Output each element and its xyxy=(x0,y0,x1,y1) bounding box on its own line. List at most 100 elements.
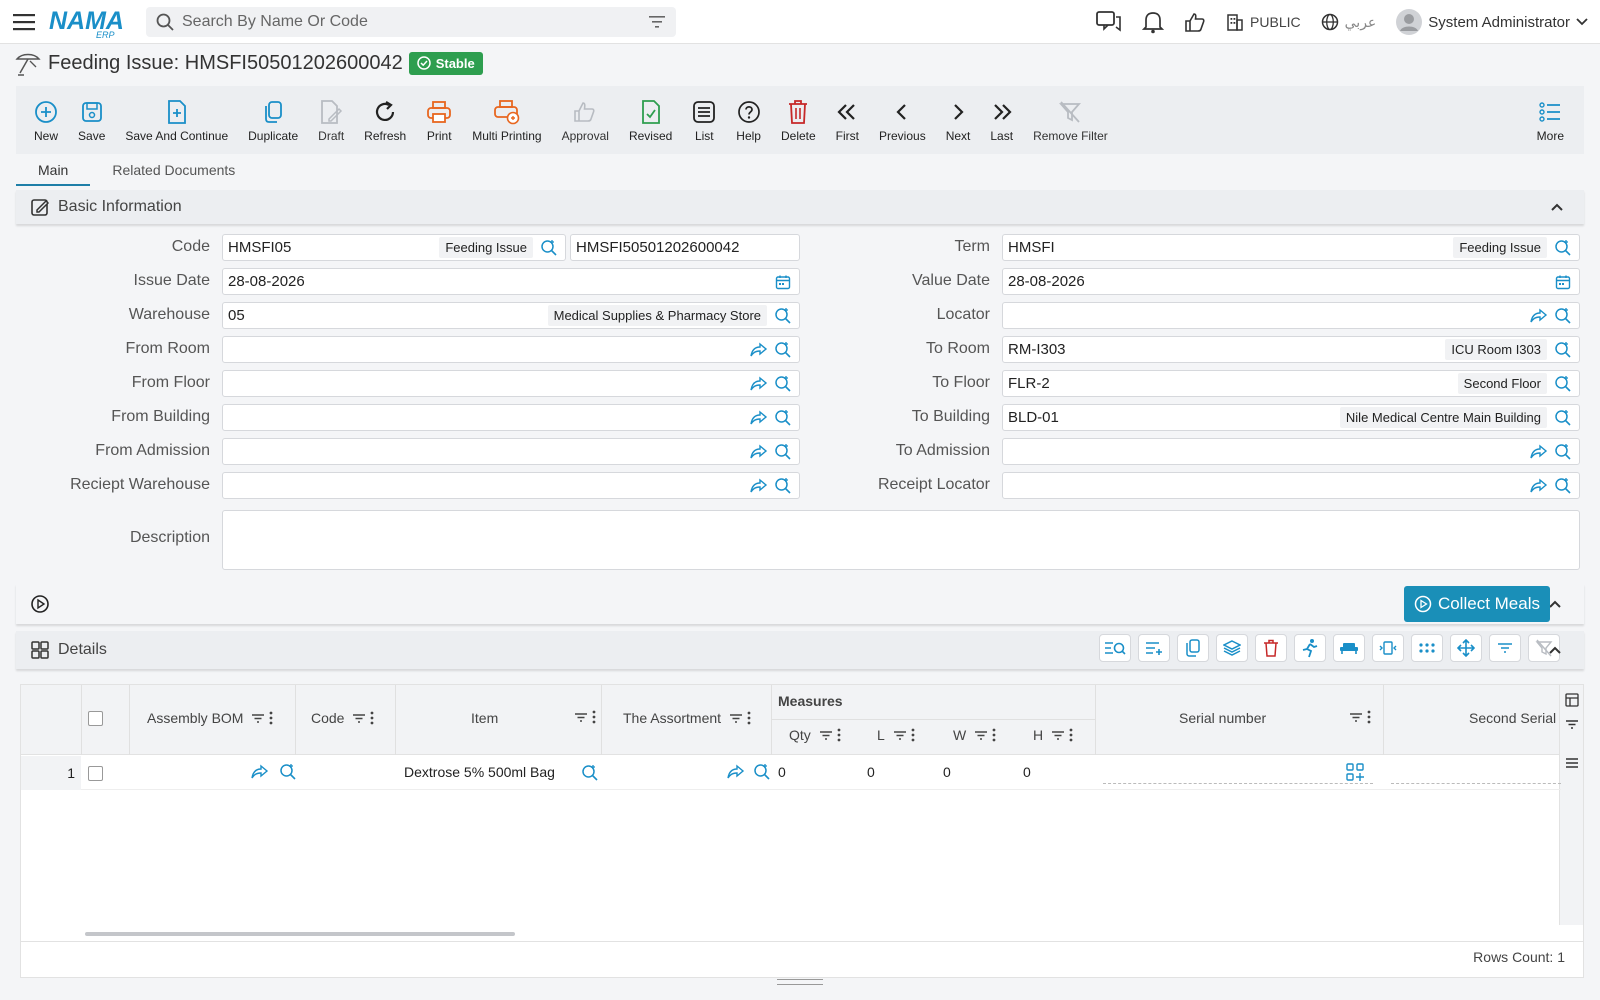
global-search[interactable] xyxy=(146,6,676,37)
to-building-field[interactable]: BLD-01 Nile Medical Centre Main Building xyxy=(1002,404,1580,431)
previous-button[interactable]: Previous xyxy=(869,90,936,150)
share-arrow-icon[interactable] xyxy=(750,410,768,426)
col-l[interactable]: L xyxy=(877,727,915,743)
to-floor-field[interactable]: FLR-2 Second Floor xyxy=(1002,370,1580,397)
locator-field[interactable] xyxy=(1002,302,1580,329)
more-button[interactable]: More xyxy=(1527,90,1574,150)
col-second-serial[interactable]: Second Serial xyxy=(1469,710,1556,726)
share-arrow-icon[interactable] xyxy=(750,376,768,392)
tab-main[interactable]: Main xyxy=(16,156,91,186)
tab-related-documents[interactable]: Related Documents xyxy=(90,156,257,186)
filter-icon[interactable] xyxy=(574,712,588,723)
filter-icon[interactable] xyxy=(819,730,833,741)
details-layers-button[interactable] xyxy=(1216,634,1248,662)
print-button[interactable]: Print xyxy=(416,90,462,150)
search-plus-icon[interactable] xyxy=(753,763,771,781)
share-arrow-icon[interactable] xyxy=(750,444,768,460)
qty-cell[interactable]: 0 xyxy=(778,764,786,780)
play-circle-icon[interactable] xyxy=(30,594,50,614)
details-fit-button[interactable] xyxy=(1372,634,1404,662)
col-item[interactable]: Item xyxy=(471,710,498,726)
filter-icon[interactable] xyxy=(251,713,265,724)
draft-button[interactable]: Draft xyxy=(308,90,354,150)
issue-date-field[interactable]: 28-08-2026 xyxy=(222,268,800,295)
details-move-button[interactable] xyxy=(1450,634,1482,662)
item-cell[interactable]: Dextrose 5% 500ml Bag xyxy=(404,764,555,780)
search-plus-icon[interactable] xyxy=(1554,409,1572,427)
reciept-warehouse-field[interactable] xyxy=(222,472,800,499)
details-sofa-button[interactable] xyxy=(1333,634,1365,662)
details-search-button[interactable] xyxy=(1099,634,1131,662)
search-plus-icon[interactable] xyxy=(1554,443,1572,461)
resize-handle[interactable] xyxy=(777,979,823,985)
kebab-icon[interactable] xyxy=(269,711,273,725)
kebab-icon[interactable] xyxy=(911,728,915,742)
document-number-field[interactable]: HMSFI50501202600042 xyxy=(570,234,800,261)
search-plus-icon[interactable] xyxy=(1554,307,1572,325)
remove-filter-button[interactable]: Remove Filter xyxy=(1023,90,1118,150)
filter-icon[interactable] xyxy=(893,730,907,741)
select-all-checkbox[interactable] xyxy=(88,711,103,726)
assembly-bom-cell[interactable] xyxy=(241,763,297,781)
chevron-up-icon[interactable] xyxy=(1550,202,1564,212)
first-button[interactable]: First xyxy=(826,90,869,150)
col-assortment[interactable]: The Assortment xyxy=(623,710,751,726)
kebab-icon[interactable] xyxy=(747,711,751,725)
delete-button[interactable]: Delete xyxy=(771,90,826,150)
basic-information-header[interactable]: Basic Information xyxy=(16,190,1584,224)
search-plus-icon[interactable] xyxy=(1554,375,1572,393)
col-assembly-bom[interactable]: Assembly BOM xyxy=(147,710,273,726)
menu-lines-icon[interactable] xyxy=(1565,757,1579,769)
revised-button[interactable]: Revised xyxy=(619,90,682,150)
help-button[interactable]: Help xyxy=(726,90,771,150)
details-filter-button[interactable] xyxy=(1489,634,1521,662)
to-admission-field[interactable] xyxy=(1002,438,1580,465)
search-plus-icon[interactable] xyxy=(1554,341,1572,359)
bell-icon[interactable] xyxy=(1142,10,1165,34)
h-cell[interactable]: 0 xyxy=(1023,764,1031,780)
assortment-cell[interactable] xyxy=(719,763,771,781)
search-plus-icon[interactable] xyxy=(279,763,297,781)
collect-meals-button[interactable]: Collect Meals xyxy=(1403,586,1550,622)
share-arrow-icon[interactable] xyxy=(1530,478,1548,494)
user-menu[interactable]: System Administrator xyxy=(1396,9,1588,35)
receipt-locator-field[interactable] xyxy=(1002,472,1580,499)
w-cell[interactable]: 0 xyxy=(943,764,951,780)
kebab-icon[interactable] xyxy=(1367,710,1371,724)
row-checkbox[interactable] xyxy=(88,766,103,781)
refresh-button[interactable]: Refresh xyxy=(354,90,416,150)
kebab-icon[interactable] xyxy=(992,728,996,742)
search-plus-icon[interactable] xyxy=(1554,477,1572,495)
kebab-icon[interactable] xyxy=(592,710,596,724)
details-run-button[interactable] xyxy=(1294,634,1326,662)
details-dots-button[interactable] xyxy=(1411,634,1443,662)
next-button[interactable]: Next xyxy=(936,90,981,150)
table-row[interactable]: 1 Dextrose 5% 500ml Bag 0 0 0 0 xyxy=(21,756,1561,790)
language-switcher[interactable]: عربي xyxy=(1321,13,1376,31)
multi-printing-button[interactable]: Multi Printing xyxy=(462,90,551,150)
filter-icon[interactable] xyxy=(1349,712,1363,723)
thumb-up-icon[interactable] xyxy=(1184,11,1206,33)
col-h[interactable]: H xyxy=(1033,727,1073,743)
value-date-field[interactable]: 28-08-2026 xyxy=(1002,268,1580,295)
share-arrow-icon[interactable] xyxy=(251,764,269,780)
filter-icon[interactable] xyxy=(1051,730,1065,741)
table-settings-icon[interactable] xyxy=(1565,693,1579,707)
second-serial-cell[interactable] xyxy=(1391,760,1561,784)
search-plus-icon[interactable] xyxy=(540,239,558,257)
last-button[interactable]: Last xyxy=(980,90,1023,150)
list-button[interactable]: List xyxy=(682,90,726,150)
filter-icon[interactable] xyxy=(352,713,366,724)
search-input[interactable] xyxy=(182,12,648,31)
warehouse-field[interactable]: 05 Medical Supplies & Pharmacy Store xyxy=(222,302,800,329)
from-room-field[interactable] xyxy=(222,336,800,363)
from-building-field[interactable] xyxy=(222,404,800,431)
to-room-field[interactable]: RM-I303 ICU Room I303 xyxy=(1002,336,1580,363)
chevron-up-icon[interactable] xyxy=(1548,599,1562,609)
details-copy-button[interactable] xyxy=(1177,634,1209,662)
search-plus-icon[interactable] xyxy=(581,764,599,782)
from-floor-field[interactable] xyxy=(222,370,800,397)
details-delete-button[interactable] xyxy=(1255,634,1287,662)
share-arrow-icon[interactable] xyxy=(1530,444,1548,460)
l-cell[interactable]: 0 xyxy=(867,764,875,780)
